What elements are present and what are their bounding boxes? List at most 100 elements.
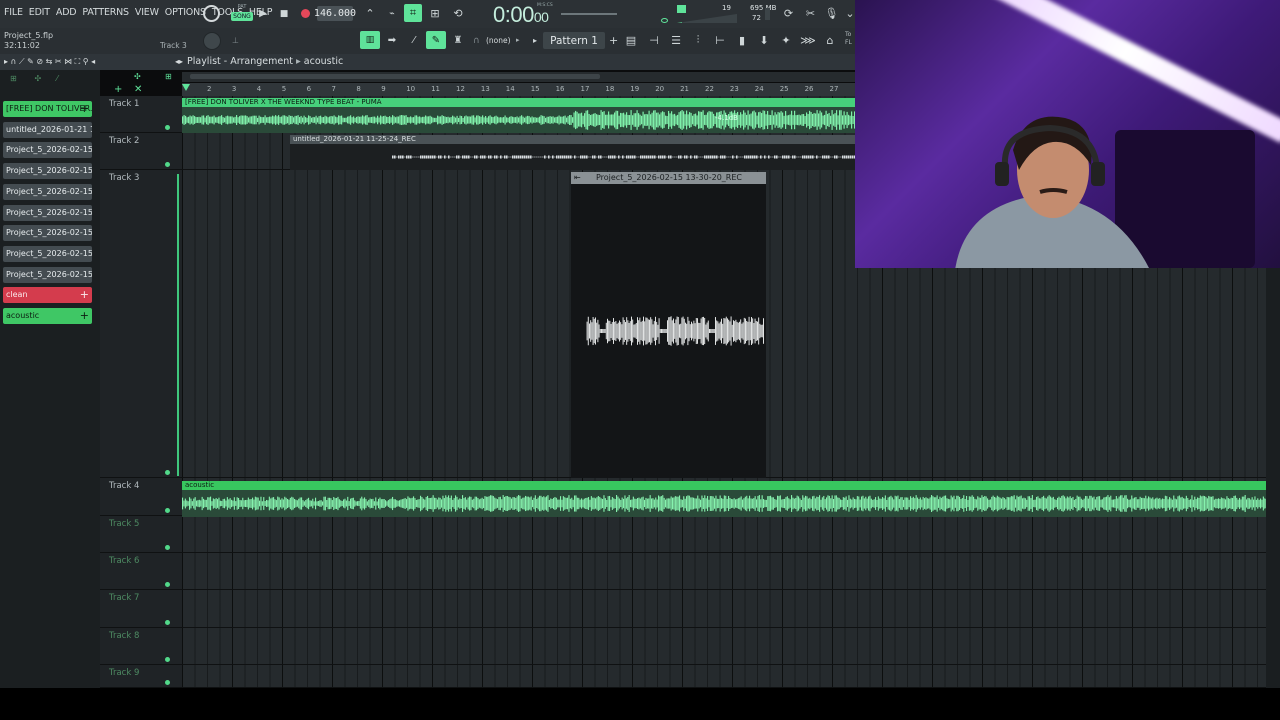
track-row[interactable] <box>100 516 1266 553</box>
track-enable-dot[interactable] <box>165 680 170 685</box>
pat-mode-label[interactable]: PAT <box>232 4 252 12</box>
playlist-arrow-icon[interactable]: ◂▸ <box>175 57 183 66</box>
brush-icon[interactable]: ⁄ <box>405 31 423 49</box>
playlist-icon[interactable]: ▤ <box>622 31 640 49</box>
menu-patterns[interactable]: PATTERNS <box>82 7 129 18</box>
timeline-ruler[interactable]: 2 3 4 5 6 7 8 9 10 11 12 13 14 15 16 17 18 19 20 21 22 23 24 25… <box>182 83 855 96</box>
playhead-marker[interactable] <box>182 84 190 91</box>
countdown-icon[interactable]: ⌗ <box>404 4 422 22</box>
master-volume-knob[interactable] <box>203 32 221 50</box>
wave-icon[interactable]: ⋙ <box>799 31 817 49</box>
plug-icon[interactable]: ⬇ <box>755 31 773 49</box>
track-label[interactable]: Track 3 <box>109 173 139 183</box>
picker-item[interactable]: Project_5_2026-02-15 1... <box>3 204 92 221</box>
picker-item[interactable]: Project_5_2026-02-15 1... <box>3 142 92 159</box>
track-label[interactable]: Track 2 <box>109 136 139 146</box>
picker-item[interactable]: untitled_2026-01-21 11-... <box>3 121 92 138</box>
step-icon[interactable]: ⊞ <box>426 6 444 21</box>
track-enable-dot[interactable] <box>165 508 170 513</box>
cart-icon[interactable]: ⌂ <box>821 31 839 49</box>
song-mode-button[interactable]: SONG <box>231 12 253 21</box>
metronome-icon[interactable]: ⌃ <box>362 6 378 21</box>
cut-icon[interactable]: ✂ <box>802 5 819 22</box>
track-label[interactable]: Track 4 <box>109 481 139 491</box>
picker-item[interactable]: acoustic + <box>3 308 92 324</box>
menu-add[interactable]: ADD <box>56 7 77 18</box>
picker-item[interactable]: Project_5_2026-02-15 1... <box>3 245 92 262</box>
song-position-slider[interactable] <box>561 13 617 15</box>
close-track-icon[interactable]: ✕ <box>134 84 142 95</box>
track-enable-dot[interactable] <box>165 125 170 130</box>
track-label[interactable]: Track 9 <box>109 668 139 678</box>
picker-item[interactable]: clean + <box>3 287 92 304</box>
channel-rack-icon[interactable]: ⊣ <box>645 31 663 49</box>
channel-link-icon[interactable]: ∩ <box>473 36 480 46</box>
track-label[interactable]: Track 6 <box>109 556 139 566</box>
wand-icon[interactable]: ✦ <box>777 31 795 49</box>
picker-header-icons[interactable]: ⊞ ✣ ⁄ <box>10 74 58 83</box>
wait-icon[interactable]: ⌁ <box>383 6 401 21</box>
track-label[interactable]: Track 8 <box>109 631 139 641</box>
menu-view[interactable]: VIEW <box>135 7 159 18</box>
track-enable-dot[interactable] <box>165 162 170 167</box>
track-enable-dot[interactable] <box>165 470 170 475</box>
file-icon[interactable]: ▮ <box>733 31 751 49</box>
mic-icon[interactable]: 🎙 <box>823 5 840 22</box>
stop-icon[interactable]: ■ <box>277 6 291 21</box>
track-row[interactable] <box>100 628 1266 665</box>
loop-record-icon[interactable]: ⟲ <box>449 6 467 21</box>
refresh-icon[interactable]: ⟳ <box>780 5 797 22</box>
piano-icon[interactable]: ☰ <box>667 31 685 49</box>
picker-item[interactable]: Project_5_2026-02-15 1... <box>3 183 92 200</box>
menu-options[interactable]: OPTIONS <box>165 7 206 18</box>
scrollbar-thumb[interactable] <box>190 74 600 79</box>
picker-add-icon[interactable]: + <box>80 308 89 324</box>
picker-item[interactable]: [FREE] DON TOLIVER... + <box>3 101 92 117</box>
track-row[interactable] <box>100 553 1266 590</box>
audio-clip[interactable]: acoustic <box>182 481 1266 517</box>
audio-clip[interactable]: ⇤ Project_5_2026-02-15 13-30-20_REC <box>571 172 766 478</box>
play-icon[interactable]: ▶ <box>256 6 270 21</box>
channel-selector[interactable]: (none) <box>486 36 511 45</box>
pattern-selector[interactable]: Pattern 1 <box>543 32 605 49</box>
track-label[interactable]: Track 7 <box>109 593 139 603</box>
fl-cloud-label[interactable]: To FL <box>845 31 855 47</box>
audio-clip[interactable]: [FREE] DON TOLIVER X THE WEEKND TYPE BEA… <box>182 98 855 133</box>
track-label[interactable]: Track 1 <box>109 99 139 109</box>
track-label[interactable]: Track 5 <box>109 519 139 529</box>
track-enable-dot[interactable] <box>165 582 170 587</box>
track-enable-dot[interactable] <box>165 545 170 550</box>
picker-add-icon[interactable]: + <box>80 287 89 303</box>
channel-arrow-icon[interactable]: ▸ <box>516 36 520 44</box>
add-pattern-icon[interactable]: + <box>609 34 618 47</box>
record-icon[interactable] <box>301 9 310 18</box>
piano-roll-icon[interactable]: ▥ <box>360 31 380 49</box>
pencil-icon[interactable]: ✎ <box>426 31 446 49</box>
picker-item[interactable]: Project_5_2026-02-15 1... <box>3 163 92 180</box>
grid-track-icon[interactable]: ⊞ <box>165 72 172 81</box>
zoom-track-icon[interactable]: ✣ <box>134 72 141 81</box>
add-track-icon[interactable]: + <box>114 84 122 95</box>
tempo-display[interactable]: 146.000 <box>314 6 356 21</box>
menu-file[interactable]: FILE <box>4 7 23 18</box>
vertical-scrollbar[interactable] <box>1266 268 1280 688</box>
clip-handle-icon[interactable]: ⇤ <box>574 173 581 182</box>
track-row[interactable] <box>100 590 1266 628</box>
picker-item[interactable]: Project_5_2026-02-15 1... <box>3 266 92 283</box>
picker-add-icon[interactable]: + <box>80 101 89 117</box>
playlist-breadcrumb[interactable]: acoustic <box>304 56 343 67</box>
pitch-icon[interactable]: ⊥ <box>232 36 240 46</box>
browser-icon[interactable]: ⊢ <box>711 31 729 49</box>
more-icon[interactable]: ⌄ <box>845 5 855 22</box>
mixer-icon[interactable]: ⫶ <box>689 31 707 49</box>
picker-item[interactable]: Project_5_2026-02-15 1... <box>3 225 92 242</box>
audio-clip[interactable]: untitled_2026-01-21 11-25-24_REC <box>290 135 855 170</box>
menu-edit[interactable]: EDIT <box>29 7 50 18</box>
track-enable-dot[interactable] <box>165 620 170 625</box>
track-row[interactable] <box>100 665 1266 688</box>
track-enable-dot[interactable] <box>165 657 170 662</box>
plugin-icon[interactable]: ♜ <box>449 31 467 49</box>
playlist-toolbar-icons[interactable]: ▸ ∩ ⟋ ✎ ⊘ ⇆ ✂ ⋈ ⛶ ⚲ ◂ <box>4 57 95 67</box>
pattern-prev-icon[interactable]: ▸ <box>533 33 541 48</box>
arrow-right-icon[interactable]: ➡ <box>383 31 401 49</box>
